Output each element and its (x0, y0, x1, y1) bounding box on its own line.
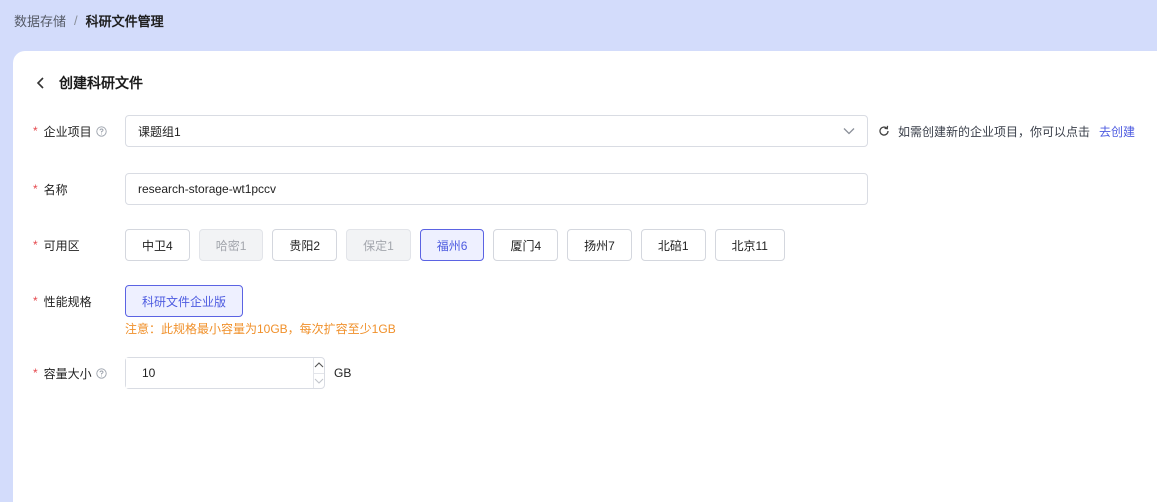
zone-label: 可用区 (43, 238, 80, 253)
name-row: * 名称 (33, 173, 868, 205)
zone-option-button: 保定1 (346, 229, 411, 261)
breadcrumb-current: 科研文件管理 (85, 14, 164, 29)
chevron-up-icon (314, 362, 324, 368)
help-icon[interactable] (96, 125, 107, 137)
page-header: 创建科研文件 (33, 73, 143, 93)
page-title: 创建科研文件 (59, 75, 143, 91)
refresh-icon[interactable] (878, 125, 890, 137)
capacity-row: * 容量大小 GB (33, 357, 351, 389)
decrement-button[interactable] (314, 374, 324, 389)
breadcrumb-separator: / (74, 13, 78, 28)
zone-option-button[interactable]: 扬州7 (567, 229, 632, 261)
capacity-label: 容量大小 (43, 366, 92, 381)
zone-option-button[interactable]: 北京11 (714, 229, 785, 261)
project-hint-text: 如需创建新的企业项目，你可以点击 (898, 124, 1091, 139)
spec-row: * 性能规格 科研文件企业版 (33, 285, 244, 317)
zone-label-group: * 可用区 (33, 237, 125, 254)
project-label: 企业项目 (43, 124, 92, 139)
spec-option-button[interactable]: 科研文件企业版 (125, 285, 244, 317)
required-mark: * (33, 238, 38, 252)
capacity-stepper (125, 357, 325, 389)
zone-option-button[interactable]: 贵阳2 (272, 229, 338, 261)
breadcrumb: 数据存储 / 科研文件管理 (14, 11, 164, 30)
project-select-value: 课题组1 (138, 124, 181, 139)
capacity-label-group: * 容量大小 (33, 365, 125, 382)
chevron-down-icon (843, 124, 855, 138)
help-icon[interactable] (96, 367, 107, 379)
spec-label: 性能规格 (43, 294, 92, 309)
required-mark: * (33, 294, 38, 308)
create-project-link[interactable]: 去创建 (1099, 123, 1135, 140)
zone-options: 中卫4 哈密1 贵阳2 保定1 福州6 厦门4 扬州7 北碚1 北京11 (125, 229, 785, 261)
zone-option-button[interactable]: 福州6 (419, 229, 485, 261)
project-label-group: * 企业项目 (33, 123, 125, 140)
stepper-controls (313, 358, 324, 388)
increment-button[interactable] (314, 358, 324, 374)
required-mark: * (33, 124, 38, 138)
capacity-unit: GB (334, 366, 352, 380)
name-label-group: * 名称 (33, 181, 125, 198)
required-mark: * (33, 182, 38, 196)
form-card: 创建科研文件 * 企业项目 课题组1 如需创建新的企业项目，你可以点击 去创建 (13, 51, 1157, 502)
zone-option-button[interactable]: 厦门4 (493, 229, 559, 261)
zone-row: * 可用区 中卫4 哈密1 贵阳2 保定1 福州6 厦门4 扬州7 北碚1 北京11 (33, 229, 785, 261)
name-label: 名称 (43, 182, 68, 197)
project-row: * 企业项目 课题组1 如需创建新的企业项目，你可以点击 去创建 (33, 115, 1135, 147)
zone-option-button[interactable]: 北碚1 (640, 229, 706, 261)
breadcrumb-parent[interactable]: 数据存储 (14, 11, 66, 30)
spec-label-group: * 性能规格 (33, 293, 125, 310)
name-input[interactable] (125, 173, 868, 205)
chevron-down-icon (314, 378, 324, 384)
required-mark: * (33, 366, 38, 380)
zone-option-button: 哈密1 (198, 229, 264, 261)
capacity-input[interactable] (126, 358, 313, 388)
project-hint: 如需创建新的企业项目，你可以点击 去创建 (878, 123, 1135, 140)
chevron-left-icon[interactable] (33, 75, 49, 91)
project-select[interactable]: 课题组1 (125, 115, 868, 147)
spec-note: 注意：此规格最小容量为10GB，每次扩容至少1GB (125, 322, 396, 336)
zone-option-button[interactable]: 中卫4 (125, 229, 190, 261)
